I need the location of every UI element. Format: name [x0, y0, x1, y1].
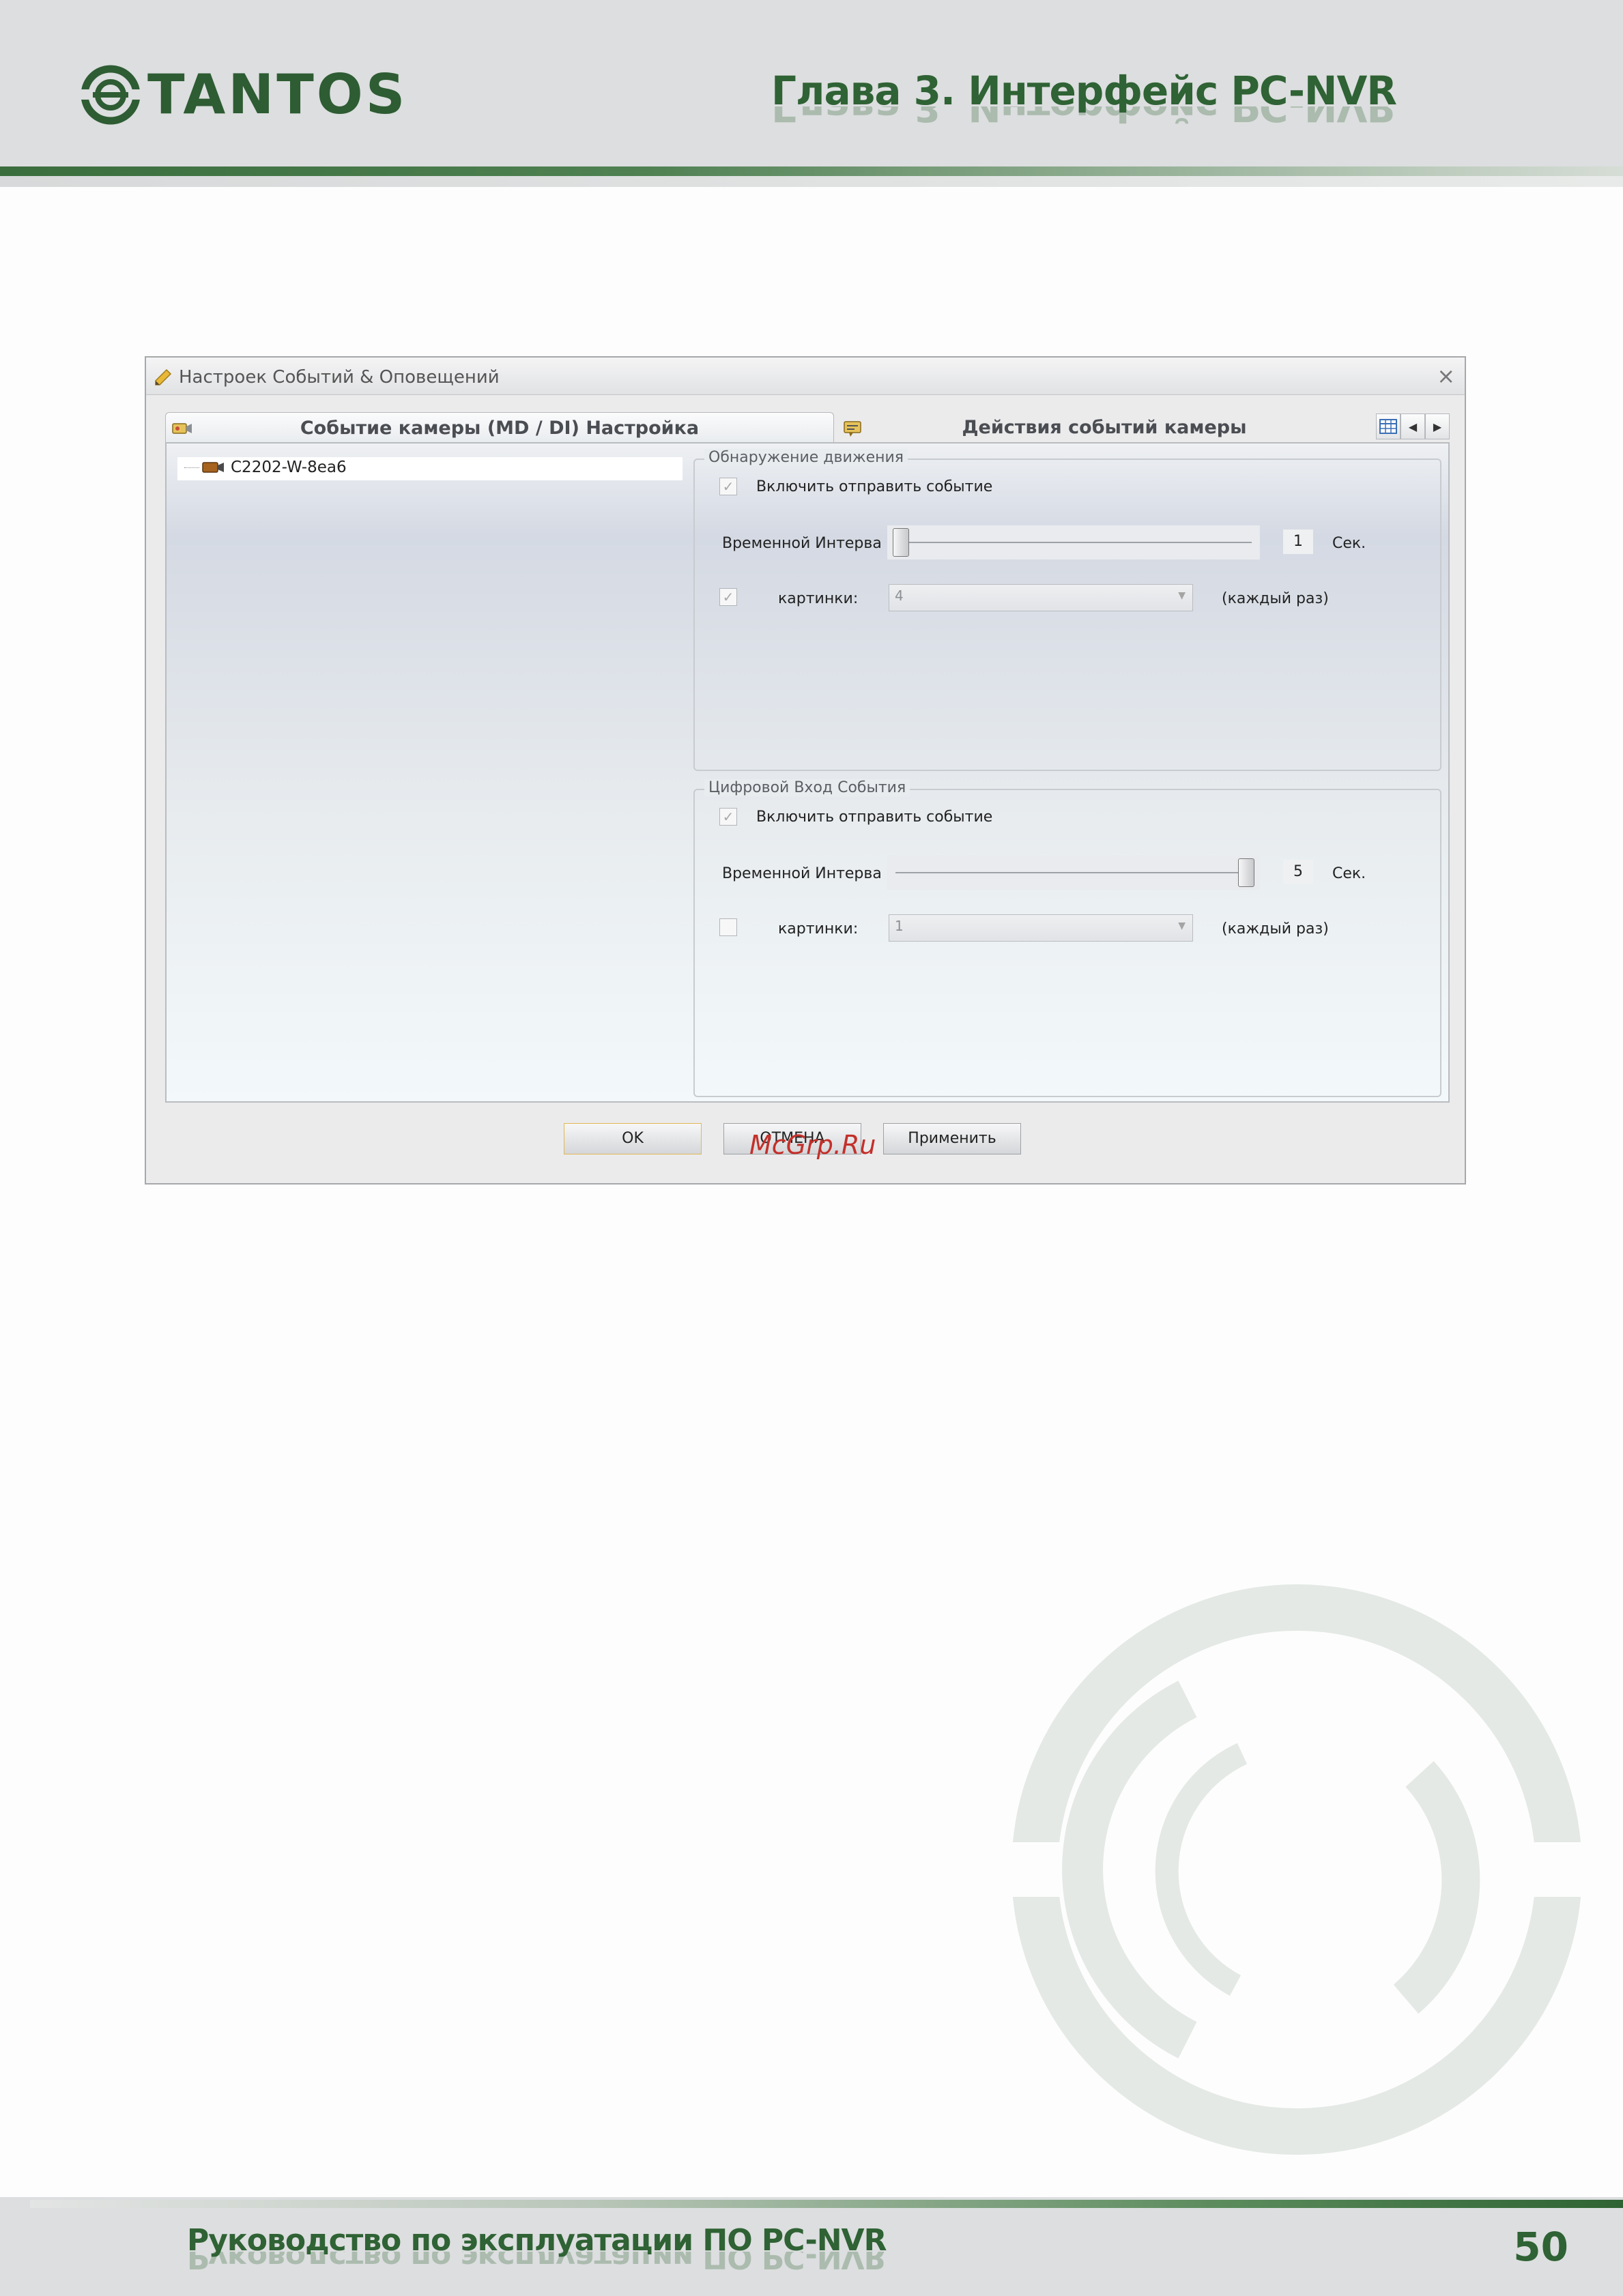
motion-interval-value: 1 — [1283, 529, 1313, 554]
select-value: 4 — [895, 587, 904, 604]
slider-thumb[interactable] — [893, 528, 909, 557]
digital-interval-label: Временной Интерва — [722, 865, 882, 882]
digital-pictures-checkbox[interactable] — [719, 918, 737, 936]
close-button[interactable]: × — [1437, 363, 1455, 389]
group-legend: Обнаружение движения — [704, 449, 908, 466]
slider-track — [895, 542, 1252, 543]
event-settings-dialog: Настроек Событий & Оповещений × Событие … — [145, 356, 1466, 1185]
chapter-title: Глава 3. Интерфейс PC-NVR — [771, 68, 1397, 114]
dialog-titlebar: Настроек Событий & Оповещений × — [146, 358, 1465, 395]
digital-input-group: Цифровой Вход События ✓ Включить отправи… — [693, 779, 1441, 1097]
page-header: TANTOS Глава 3. Интерфейс PC-NVR Глава 3… — [0, 0, 1623, 168]
chapter-heading: Глава 3. Интерфейс PC-NVR Глава 3. Интер… — [771, 68, 1397, 127]
select-value: 1 — [895, 918, 904, 934]
motion-pictures-checkbox[interactable]: ✓ — [719, 588, 737, 606]
group-legend: Цифровой Вход События — [704, 779, 910, 796]
dialog-title: Настроек Событий & Оповещений — [179, 367, 500, 388]
digital-interval-unit: Сек. — [1332, 865, 1366, 882]
tantos-logo: TANTOS — [79, 63, 407, 126]
footer-title-reflection: Руководство по эксплуатации ПО PC-NVR — [187, 2252, 887, 2272]
tree-connector — [184, 467, 199, 468]
camera-name: C2202-W-8ea6 — [231, 459, 347, 476]
motion-pictures-label: картинки: — [778, 590, 859, 607]
tab-content: C2202-W-8ea6 Обнаружение движения ✓ Вклю… — [165, 442, 1450, 1103]
tab-camera-event-settings[interactable]: Событие камеры (MD / DI) Настройка — [165, 412, 834, 442]
digital-interval-value: 5 — [1283, 860, 1313, 884]
pencil-icon — [155, 368, 172, 386]
tree-item-camera[interactable]: C2202-W-8ea6 — [184, 459, 347, 476]
slider-thumb[interactable] — [1238, 858, 1254, 887]
chevron-down-icon: ▼ — [1178, 590, 1186, 601]
chevron-down-icon: ▼ — [1178, 920, 1186, 931]
motion-enable-label: Включить отправить событие — [756, 478, 993, 495]
motion-pictures-suffix: (каждый раз) — [1222, 590, 1329, 607]
arrow-right-icon: ▶ — [1433, 420, 1442, 433]
ok-button[interactable]: OK — [564, 1123, 702, 1154]
tab-scroll-right-button[interactable]: ▶ — [1425, 413, 1450, 439]
page-number: 50 — [1513, 2224, 1568, 2270]
motion-pictures-select[interactable]: 4 ▼ — [889, 584, 1193, 611]
tantos-logo-icon — [79, 65, 142, 124]
footer-stripe — [30, 2200, 1623, 2208]
camera-tree: C2202-W-8ea6 — [177, 457, 683, 480]
header-stripe — [0, 166, 1623, 176]
arrow-left-icon: ◀ — [1408, 420, 1418, 433]
motion-enable-checkbox[interactable]: ✓ — [719, 478, 737, 495]
digital-interval-slider[interactable] — [887, 856, 1260, 890]
chapter-title-reflection: Глава 3. Интерфейс PC-NVR — [771, 106, 1396, 127]
tab-label: Событие камеры (MD / DI) Настройка — [300, 418, 700, 439]
motion-detection-group: Обнаружение движения ✓ Включить отправит… — [693, 449, 1441, 771]
tantos-watermark-icon — [1010, 1584, 1597, 2155]
motion-interval-slider[interactable] — [887, 525, 1260, 560]
tab-list-button[interactable] — [1376, 413, 1401, 439]
header-stripe-light — [0, 176, 1623, 187]
footer-heading: Руководство по эксплуатации ПО PC-NVR Ру… — [187, 2226, 887, 2273]
tab-camera-event-actions[interactable]: Действия событий камеры — [837, 412, 1372, 442]
tab-label: Действия событий камеры — [962, 417, 1247, 438]
digital-enable-checkbox[interactable]: ✓ — [719, 808, 737, 826]
digital-pictures-select[interactable]: 1 ▼ — [889, 914, 1193, 942]
logo-text: TANTOS — [147, 63, 408, 126]
camera-icon — [202, 462, 224, 473]
slider-track — [895, 872, 1252, 873]
digital-pictures-suffix: (каждый раз) — [1222, 920, 1329, 938]
motion-interval-unit: Сек. — [1332, 535, 1366, 552]
tab-navigation: ◀ ▶ — [1376, 413, 1450, 439]
digital-pictures-label: картинки: — [778, 920, 859, 938]
tab-bar: Событие камеры (MD / DI) Настройка Дейст… — [165, 412, 1450, 442]
digital-enable-label: Включить отправить событие — [756, 809, 993, 826]
motion-interval-label: Временной Интерва — [722, 535, 882, 552]
tab-scroll-left-button[interactable]: ◀ — [1401, 413, 1425, 439]
apply-button[interactable]: Применить — [883, 1123, 1021, 1154]
site-watermark-text: McGrp.Ru — [749, 1130, 876, 1160]
grid-icon — [1379, 419, 1397, 434]
